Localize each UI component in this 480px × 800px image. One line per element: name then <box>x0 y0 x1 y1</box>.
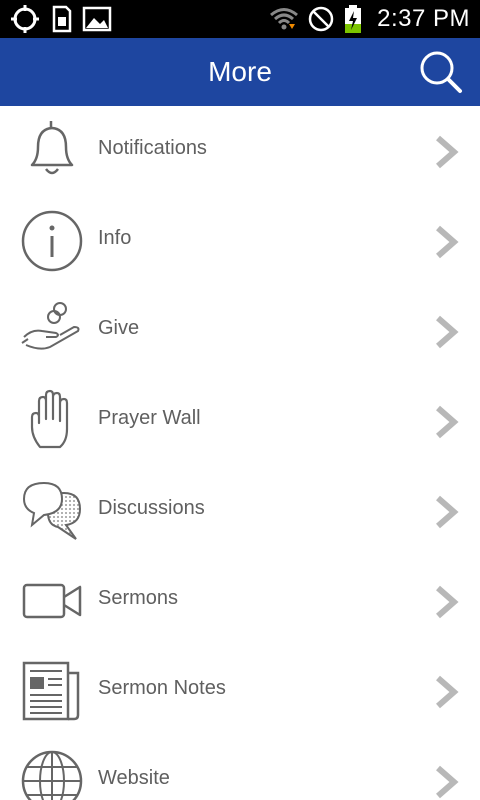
speech-bubbles-icon <box>22 481 82 540</box>
menu-item-give[interactable]: Give <box>0 286 480 376</box>
chevron-right-icon <box>436 405 459 439</box>
battery-charging-icon <box>345 5 362 33</box>
newspaper-icon <box>22 661 80 721</box>
hand-icon <box>30 389 69 449</box>
menu-item-notifications[interactable]: Notifications <box>0 106 480 196</box>
wifi-icon <box>270 8 299 30</box>
app-bar: More <box>0 38 480 106</box>
video-camera-icon <box>22 583 82 619</box>
menu-item-label: Prayer Wall <box>98 407 201 429</box>
menu-item-website[interactable]: Website <box>0 736 480 800</box>
menu-item-discussions[interactable]: Discussions <box>0 466 480 556</box>
chevron-right-icon <box>436 225 459 259</box>
menu-item-label: Give <box>98 317 140 339</box>
search-button[interactable] <box>416 48 466 98</box>
chevron-right-icon <box>436 135 459 169</box>
menu-item-label: Sermons <box>98 587 179 609</box>
chevron-right-icon <box>436 315 459 349</box>
menu-item-label: Info <box>98 227 132 249</box>
no-sync-icon <box>308 6 334 32</box>
menu-item-label: Discussions <box>98 497 205 519</box>
info-icon <box>21 210 83 272</box>
page-title: More <box>208 56 272 87</box>
menu-item-prayer-wall[interactable]: Prayer Wall <box>0 376 480 466</box>
more-menu-list: Notifications Info Give Prayer Wall Disc… <box>0 106 480 800</box>
menu-item-sermon-notes[interactable]: Sermon Notes <box>0 646 480 736</box>
chevron-right-icon <box>436 765 459 799</box>
give-hand-coins-icon <box>21 302 80 350</box>
bell-icon <box>30 121 74 175</box>
gps-icon <box>11 5 39 33</box>
menu-item-label: Sermon Notes <box>98 677 226 699</box>
chevron-right-icon <box>436 675 459 709</box>
chevron-right-icon <box>436 585 459 619</box>
search-icon <box>420 51 462 93</box>
menu-item-label: Website <box>98 767 170 789</box>
status-bar-left <box>8 4 112 34</box>
menu-item-label: Notifications <box>98 137 207 159</box>
globe-icon <box>21 750 83 800</box>
sd-card-icon <box>52 5 72 33</box>
menu-item-info[interactable]: Info <box>0 196 480 286</box>
status-bar-time: 2:37 PM <box>377 5 470 32</box>
image-icon <box>82 6 112 32</box>
menu-item-sermons[interactable]: Sermons <box>0 556 480 646</box>
chevron-right-icon <box>436 495 459 529</box>
status-bar: 2:37 PM <box>0 0 480 38</box>
status-bar-right: 2:37 PM <box>269 0 470 38</box>
